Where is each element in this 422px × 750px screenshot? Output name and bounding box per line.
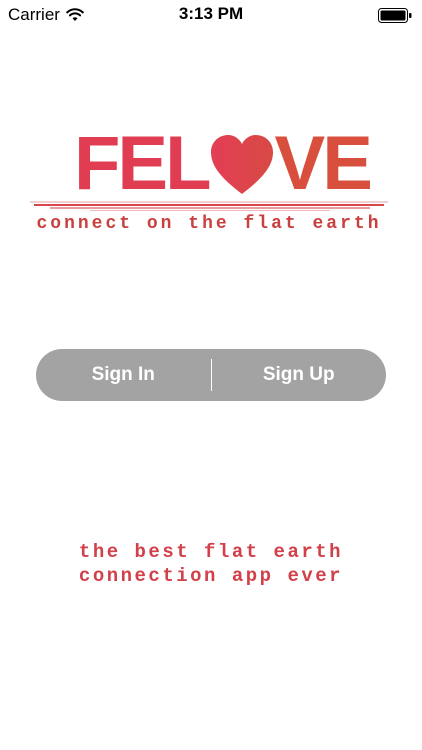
heart-icon	[210, 135, 273, 194]
slogan-line-2: connection app ever	[78, 565, 344, 587]
slogan-line-1: the best flat earth	[78, 541, 344, 563]
battery-icon	[378, 8, 412, 23]
sign-in-button[interactable]: Sign In	[36, 349, 211, 401]
status-bar: Carrier 3:13 PM	[0, 0, 422, 30]
logo-tagline: connect on the flat earth	[36, 214, 382, 234]
status-time: 3:13 PM	[178, 4, 244, 23]
welcome-screen: Carrier 3:13 PM FEL VE connect on the fl…	[0, 0, 422, 750]
logo-word-part1: FEL	[74, 121, 212, 206]
sign-up-button[interactable]: Sign Up	[212, 349, 387, 401]
logo-word-part2: VE	[274, 121, 373, 206]
logo-underline	[30, 201, 388, 211]
app-slogan: the best flat earth connection app ever	[0, 540, 422, 588]
auth-segmented-control: Sign In Sign Up	[36, 349, 386, 401]
felove-logo: FEL VE connect on the flat earth	[30, 121, 388, 240]
logo-wordmark: FEL VE	[74, 121, 373, 206]
